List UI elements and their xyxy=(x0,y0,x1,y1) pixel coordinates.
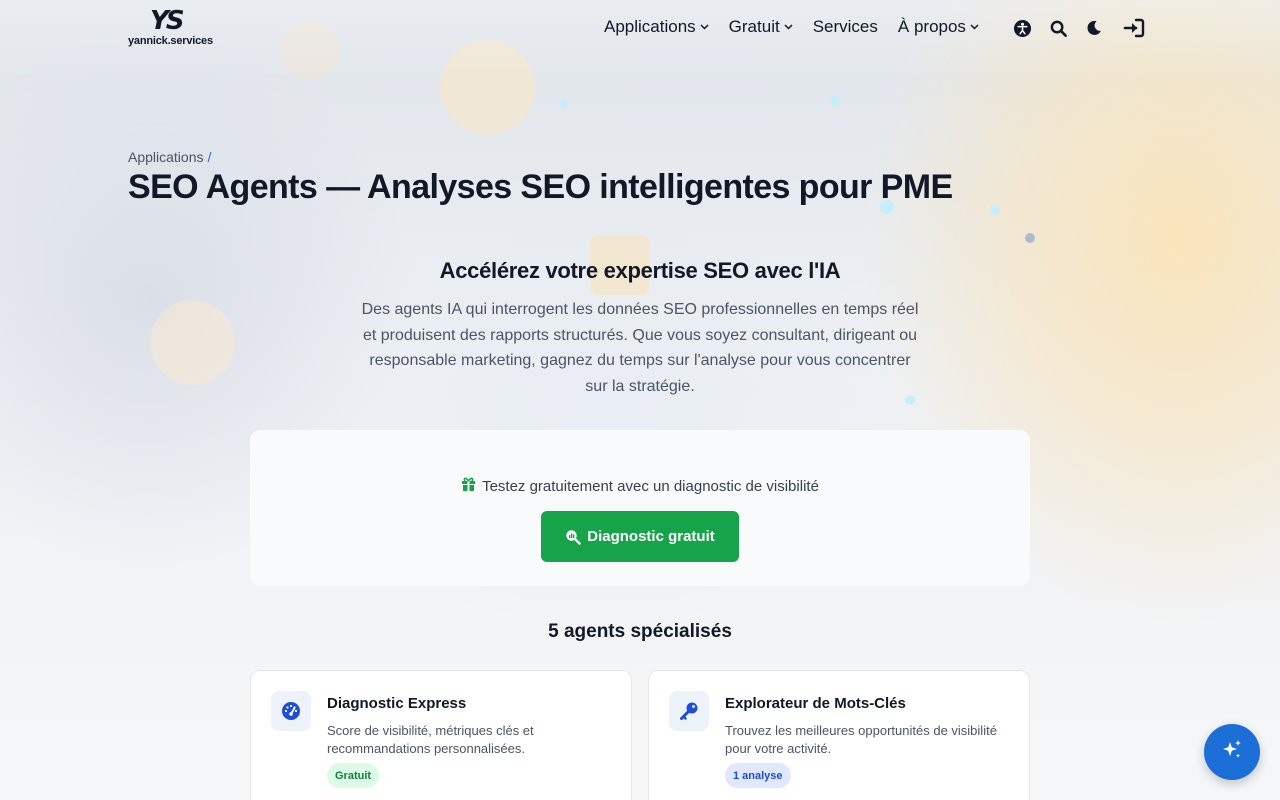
gauge-icon xyxy=(271,691,311,731)
nav-item-label: Gratuit xyxy=(728,17,780,36)
agent-card-badge: Gratuit xyxy=(327,763,380,788)
agent-card-title: Diagnostic Express xyxy=(327,695,467,712)
breadcrumb: Applications / xyxy=(128,149,211,165)
header-actions xyxy=(1010,16,1158,40)
free-diagnostic-button-label: Diagnostic gratuit xyxy=(587,528,715,545)
free-trial-label: Testez gratuitement avec un diagnostic d… xyxy=(482,477,819,495)
dark-mode-moon-icon[interactable] xyxy=(1082,16,1106,40)
free-trial-card: Testez gratuitement avec un diagnostic d… xyxy=(250,430,1030,586)
site-logo[interactable]: YS yannick.services xyxy=(128,6,213,48)
agent-card-title: Explorateur de Mots-Clés xyxy=(725,695,906,712)
key-icon xyxy=(669,691,709,731)
ai-assistant-button[interactable] xyxy=(1204,724,1260,780)
site-header: YS yannick.services Applications Gratuit… xyxy=(0,0,1280,60)
logo-wordmark: yannick.services xyxy=(128,35,213,47)
breadcrumb-link-applications[interactable]: Applications xyxy=(128,149,204,165)
nav-item-applications[interactable]: Applications xyxy=(604,17,709,37)
hero-description: Des agents IA qui interrogent les donnée… xyxy=(361,301,919,395)
logo-mark: YS xyxy=(150,6,185,36)
hero-title: Accélérez votre expertise SEO avec l'IA xyxy=(439,258,841,283)
nav-item-services[interactable]: Services xyxy=(813,17,878,37)
nav-item-label: Applications xyxy=(604,17,696,36)
agent-card-description: Trouvez les meilleures opportunités de v… xyxy=(725,723,997,756)
agent-card-description: Score de visibilité, métriques clés et r… xyxy=(327,723,534,756)
nav-item-gratuit[interactable]: Gratuit xyxy=(729,17,793,37)
accessibility-icon[interactable] xyxy=(1010,16,1034,40)
chevron-down-icon xyxy=(970,22,979,33)
agent-card-badge: 1 analyse xyxy=(725,763,791,788)
agent-card-diagnostic-express[interactable]: Diagnostic Express Score de visibilité, … xyxy=(250,670,632,800)
free-diagnostic-button[interactable]: Diagnostic gratuit xyxy=(541,511,739,562)
nav-item-label: Services xyxy=(812,17,878,36)
login-icon[interactable] xyxy=(1122,16,1146,40)
free-trial-text: Testez gratuitement avec un diagnostic d… xyxy=(250,477,1030,495)
nav-item-label: À propos xyxy=(897,17,966,36)
chevron-down-icon xyxy=(700,22,709,33)
agents-section-title: 5 agents spécialisés xyxy=(548,621,732,642)
gift-icon xyxy=(461,477,476,495)
search-chart-icon xyxy=(565,529,581,545)
page-title: SEO Agents — Analyses SEO intelligentes … xyxy=(128,168,953,206)
nav-item-a-propos[interactable]: À propos xyxy=(898,17,979,37)
main-content: Applications / SEO Agents — Analyses SEO … xyxy=(0,0,1280,800)
chevron-down-icon xyxy=(784,22,793,33)
main-nav: Applications Gratuit Services À propos xyxy=(604,17,999,37)
agent-card-keyword-explorer[interactable]: Explorateur de Mots-Clés Trouvez les mei… xyxy=(648,670,1030,800)
breadcrumb-separator: / xyxy=(207,149,212,165)
search-icon[interactable] xyxy=(1046,16,1070,40)
ai-sparkle-icon xyxy=(1221,739,1243,766)
